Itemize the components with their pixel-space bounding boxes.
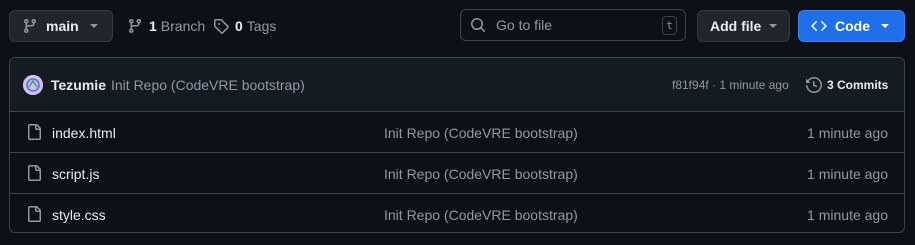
branches-link[interactable]: 1 Branch [127, 16, 205, 36]
commits-label: 3 Commits [827, 78, 889, 92]
add-file-button[interactable]: Add file [697, 10, 790, 42]
table-row[interactable]: style.css Init Repo (CodeVRE bootstrap) … [10, 194, 904, 232]
branches-label: Branch [160, 18, 206, 34]
commit-author[interactable]: Tezumie [51, 77, 106, 93]
table-row[interactable]: index.html Init Repo (CodeVRE bootstrap)… [10, 112, 904, 153]
commit-message[interactable]: Init Repo (CodeVRE bootstrap) [111, 77, 305, 93]
go-to-file-input[interactable]: Go to file t [460, 9, 686, 41]
branch-selector-button[interactable]: main [9, 10, 113, 42]
file-commit-age: 1 minute ago [807, 125, 888, 141]
tag-icon [213, 18, 229, 34]
tags-count: 0 [235, 18, 243, 34]
caret-down-icon [769, 23, 777, 29]
commit-hash-time[interactable]: f81f94f · 1 minute ago [672, 78, 789, 92]
latest-commit-bar: Tezumie Init Repo (CodeVRE bootstrap) f8… [10, 58, 904, 112]
avatar[interactable] [23, 75, 43, 95]
file-icon [26, 165, 42, 181]
keyboard-shortcut-hint: t [662, 16, 677, 35]
git-branch-icon [127, 18, 143, 34]
commits-history-link[interactable]: 3 Commits [806, 76, 888, 94]
file-name[interactable]: script.js [52, 166, 99, 182]
search-placeholder: Go to file [496, 17, 553, 33]
file-commit-age: 1 minute ago [807, 207, 888, 223]
file-commit-message[interactable]: Init Repo (CodeVRE bootstrap) [384, 207, 578, 223]
history-icon [806, 77, 822, 93]
tags-link[interactable]: 0 Tags [213, 16, 276, 36]
code-label: Code [835, 18, 870, 34]
file-icon [26, 124, 42, 140]
git-branch-icon [22, 18, 38, 34]
search-icon [470, 17, 486, 33]
file-commit-message[interactable]: Init Repo (CodeVRE bootstrap) [384, 125, 578, 141]
caret-down-icon [90, 23, 98, 29]
code-icon [811, 18, 827, 34]
add-file-label: Add file [710, 18, 762, 34]
file-listing: Tezumie Init Repo (CodeVRE bootstrap) f8… [9, 57, 905, 233]
file-icon [26, 206, 42, 222]
branches-count: 1 [149, 18, 157, 34]
file-name[interactable]: index.html [52, 125, 116, 141]
tags-label: Tags [246, 18, 277, 34]
branch-name: main [46, 18, 79, 34]
file-name[interactable]: style.css [52, 207, 106, 223]
caret-down-icon [881, 23, 889, 29]
table-row[interactable]: script.js Init Repo (CodeVRE bootstrap) … [10, 153, 904, 194]
code-button[interactable]: Code [798, 10, 905, 42]
file-commit-age: 1 minute ago [807, 166, 888, 182]
file-commit-message[interactable]: Init Repo (CodeVRE bootstrap) [384, 166, 578, 182]
